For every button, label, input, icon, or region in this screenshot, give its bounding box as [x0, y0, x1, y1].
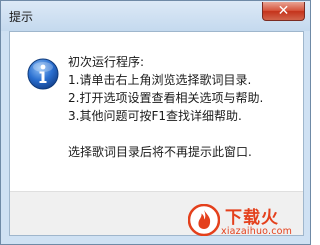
title-bar[interactable]: 提示 ✕	[1, 1, 310, 31]
message-line: 1.请单击右上角浏览选择歌词目录.	[68, 73, 252, 87]
watermark-url: xiazaihuo.com	[221, 226, 293, 237]
watermark-brand: 下载火	[225, 208, 279, 228]
close-icon: ✕	[277, 3, 290, 19]
message-line: 2.打开选项设置查看相关选项与帮助.	[68, 91, 264, 105]
dialog-window: 提示 ✕ 初次运行程序: 1.请单击右上角浏览选择歌词目录. 2.打开选项设置查…	[0, 0, 311, 245]
information-icon	[27, 58, 59, 90]
flame-logo-icon	[188, 204, 220, 236]
window-title: 提示	[9, 10, 34, 24]
watermark: 下载火 xiazaihuo.com	[188, 202, 306, 238]
message-footer: 选择歌词目录后将不再提示此窗口.	[68, 145, 252, 159]
close-button[interactable]: ✕	[262, 2, 305, 21]
message-line: 3.其他问题可按F1查找详细帮助.	[68, 109, 242, 123]
message-line: 初次运行程序:	[68, 55, 145, 69]
message-text: 初次运行程序: 1.请单击右上角浏览选择歌词目录. 2.打开选项设置查看相关选项…	[68, 53, 263, 161]
